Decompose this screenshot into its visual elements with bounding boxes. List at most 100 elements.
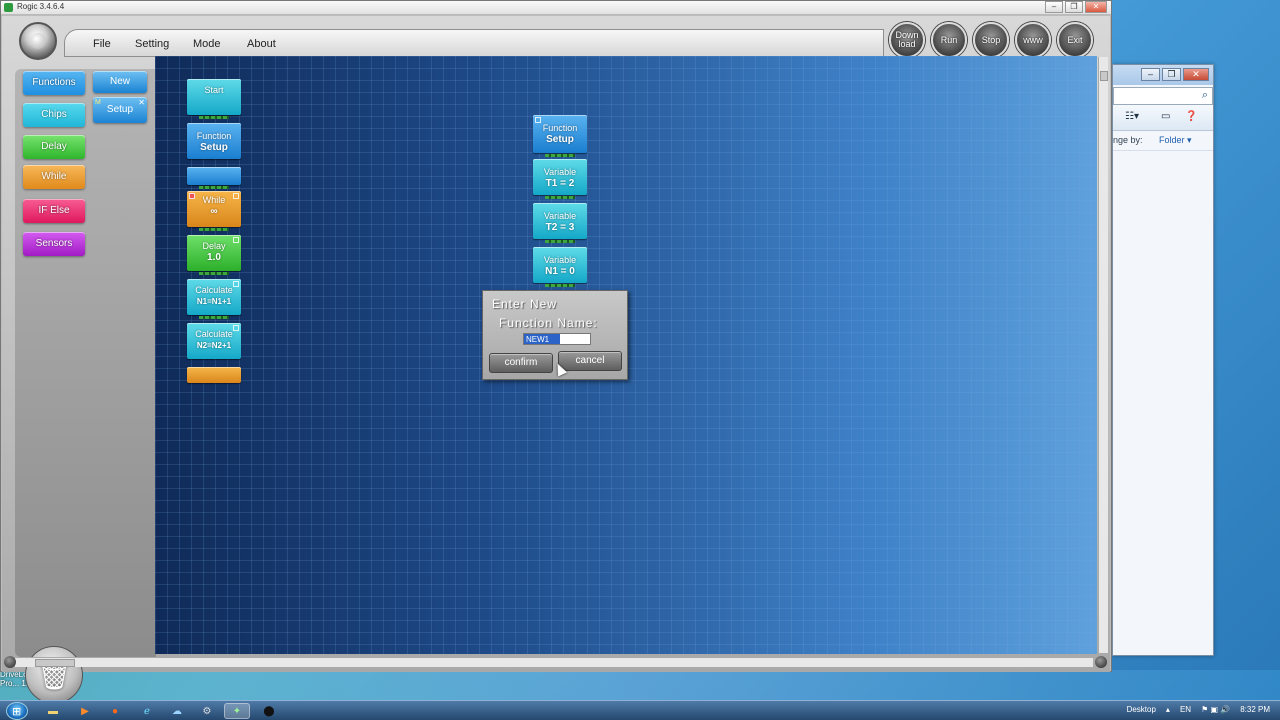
var2-value: T2 = 3 <box>545 222 575 233</box>
arrange-folder-dropdown[interactable]: Folder ▾ <box>1159 135 1192 146</box>
var3-label: Variable <box>543 255 577 265</box>
calc2-block-value: N2=N2+1 <box>196 341 232 350</box>
start-block-label: Start <box>204 85 224 95</box>
view-options-icon[interactable]: ☷▾ <box>1125 111 1139 122</box>
tray-icons[interactable]: ⚑ ▣ 🔊 <box>1201 705 1230 714</box>
menu-setting[interactable]: Setting <box>135 38 169 50</box>
obs-taskbar-icon[interactable]: ⬤ <box>256 703 282 719</box>
empty-while-block[interactable] <box>187 367 241 383</box>
cancel-button[interactable]: cancel <box>558 351 622 371</box>
while-block-value: ∞ <box>210 206 218 217</box>
maximize-button[interactable]: ❐ <box>1065 1 1083 13</box>
calc1-block-label: Calculate <box>195 285 233 295</box>
var1-label: Variable <box>543 167 577 177</box>
vertical-scrollbar[interactable] <box>1098 57 1108 653</box>
variable-t2-block[interactable]: Variable T2 = 3 <box>533 203 587 243</box>
dialog-title: Enter New <box>492 297 558 311</box>
download-button[interactable]: Down load <box>889 22 925 58</box>
explorer-close-button[interactable]: ✕ <box>1183 68 1209 81</box>
category-delay-button[interactable]: Delay <box>23 135 85 159</box>
confirm-button[interactable]: confirm <box>489 353 553 373</box>
rogic-logo-icon[interactable] <box>19 22 57 60</box>
menu-file[interactable]: File <box>93 38 111 50</box>
category-chips-button[interactable]: Chips <box>23 103 85 127</box>
window-title: Rogic 3.4.6.4 <box>17 2 65 11</box>
calculate-n1-block[interactable]: Calculate N1=N1+1 <box>187 279 241 319</box>
calc1-block-value: N1=N1+1 <box>196 297 232 306</box>
category-ifelse-button[interactable]: IF Else <box>23 199 85 223</box>
delay-template-block[interactable]: Delay 1.0 <box>187 235 241 275</box>
delay-block-value: 1.0 <box>207 252 221 263</box>
ie-taskbar-icon[interactable]: ℯ <box>134 703 160 719</box>
firefox-taskbar-icon[interactable]: ● <box>102 703 128 719</box>
explorer-search-box[interactable]: ⌕ <box>1113 87 1213 105</box>
function-block-value: Setup <box>200 142 228 153</box>
explorer-maximize-button[interactable]: ❐ <box>1162 68 1181 81</box>
corner-knob-left <box>4 656 16 668</box>
var1-value: T1 = 2 <box>545 178 575 189</box>
delay-block-label: Delay <box>202 241 226 251</box>
explorer-taskbar-icon[interactable]: ▬ <box>40 703 66 719</box>
rogic-window[interactable]: Rogic 3.4.6.4 – ❐ ✕ File Setting Mode Ab… <box>0 0 1112 704</box>
dialog-prompt: Function Name: <box>499 316 598 330</box>
variable-n1-block[interactable]: Variable N1 = 0 <box>533 247 587 287</box>
network-taskbar-icon[interactable]: ☁ <box>164 703 190 719</box>
category-functions-button[interactable]: Functions <box>23 71 85 95</box>
trash-icon[interactable]: 🗑 <box>25 646 83 704</box>
language-indicator[interactable]: EN <box>1180 705 1191 714</box>
category-sensors-button[interactable]: Sensors <box>23 232 85 256</box>
media-player-taskbar-icon[interactable]: ▶ <box>72 703 98 719</box>
setup-function-tab[interactable]: M Setup ✕ <box>93 97 147 123</box>
exit-button[interactable]: Exit <box>1057 22 1093 58</box>
horizontal-scrollbar[interactable] <box>15 657 1093 667</box>
start-button[interactable]: ⊞ <box>6 702 28 720</box>
while-block-label: While <box>202 195 226 205</box>
start-block[interactable]: Start <box>187 79 241 119</box>
arrange-bar: nge by: Folder ▾ <box>1113 131 1213 151</box>
tool-taskbar-icon[interactable]: ⚙ <box>194 703 220 719</box>
help-icon[interactable]: ❓ <box>1185 111 1197 122</box>
calculate-n2-block[interactable]: Calculate N2=N2+1 <box>187 323 241 359</box>
show-hidden-icons[interactable]: ▴ <box>1166 705 1170 714</box>
rogic-taskbar-icon[interactable]: ✦ <box>224 703 250 719</box>
close-button[interactable]: ✕ <box>1085 1 1107 13</box>
program-function-value: Setup <box>546 134 574 145</box>
close-tab-icon[interactable]: ✕ <box>138 90 145 116</box>
explorer-titlebar[interactable]: – ❐ ✕ <box>1113 65 1213 85</box>
category-while-button[interactable]: While <box>23 165 85 189</box>
calc2-block-label: Calculate <box>195 329 233 339</box>
explorer-window[interactable]: – ❐ ✕ ⌕ ☷▾ ▭ ❓ nge by: Folder ▾ <box>1112 64 1214 656</box>
arrange-by-label: nge by: <box>1113 135 1143 145</box>
taskbar: ⊞ ▬ ▶ ● ℯ ☁ ⚙ ✦ ⬤ Desktop ▴ EN ⚑ ▣ 🔊 8:3… <box>0 700 1280 720</box>
stop-button[interactable]: Stop <box>973 22 1009 58</box>
app-icon <box>4 3 13 12</box>
function-name-input[interactable] <box>523 333 591 345</box>
clock[interactable]: 8:32 PM <box>1240 705 1270 714</box>
explorer-minimize-button[interactable]: – <box>1141 68 1160 81</box>
www-button[interactable]: www <box>1015 22 1051 58</box>
preview-pane-icon[interactable]: ▭ <box>1161 111 1170 122</box>
var3-value: N1 = 0 <box>545 266 575 277</box>
setup-tab-label: Setup <box>106 104 134 115</box>
corner-knob-right <box>1095 656 1107 668</box>
setup-function-block[interactable]: Function Setup <box>533 115 587 157</box>
block-palette: Functions Chips Delay While IF Else Sens… <box>15 69 156 704</box>
variable-t1-block[interactable]: Variable T1 = 2 <box>533 159 587 199</box>
menu-bar: File Setting Mode About <box>64 29 884 57</box>
empty-function-block[interactable] <box>187 167 241 189</box>
search-icon[interactable]: ⌕ <box>1202 89 1208 102</box>
menu-about[interactable]: About <box>247 38 276 50</box>
window-titlebar[interactable]: Rogic 3.4.6.4 – ❐ ✕ <box>1 1 1111 15</box>
desktop-toolbar-label[interactable]: Desktop <box>1127 705 1156 714</box>
setup-tab-marker: M <box>95 99 101 106</box>
run-button[interactable]: Run <box>931 22 967 58</box>
menu-mode[interactable]: Mode <box>193 38 221 50</box>
minimize-button[interactable]: – <box>1045 1 1063 13</box>
function-block-label: Function <box>196 131 232 141</box>
system-tray: Desktop ▴ EN ⚑ ▣ 🔊 8:32 PM <box>1127 705 1270 714</box>
function-template-block[interactable]: Function Setup <box>187 123 241 159</box>
while-template-block[interactable]: While ∞ <box>187 191 241 231</box>
var2-label: Variable <box>543 211 577 221</box>
program-function-label: Function <box>542 123 578 133</box>
explorer-toolbar: ☷▾ ▭ ❓ <box>1113 105 1213 131</box>
